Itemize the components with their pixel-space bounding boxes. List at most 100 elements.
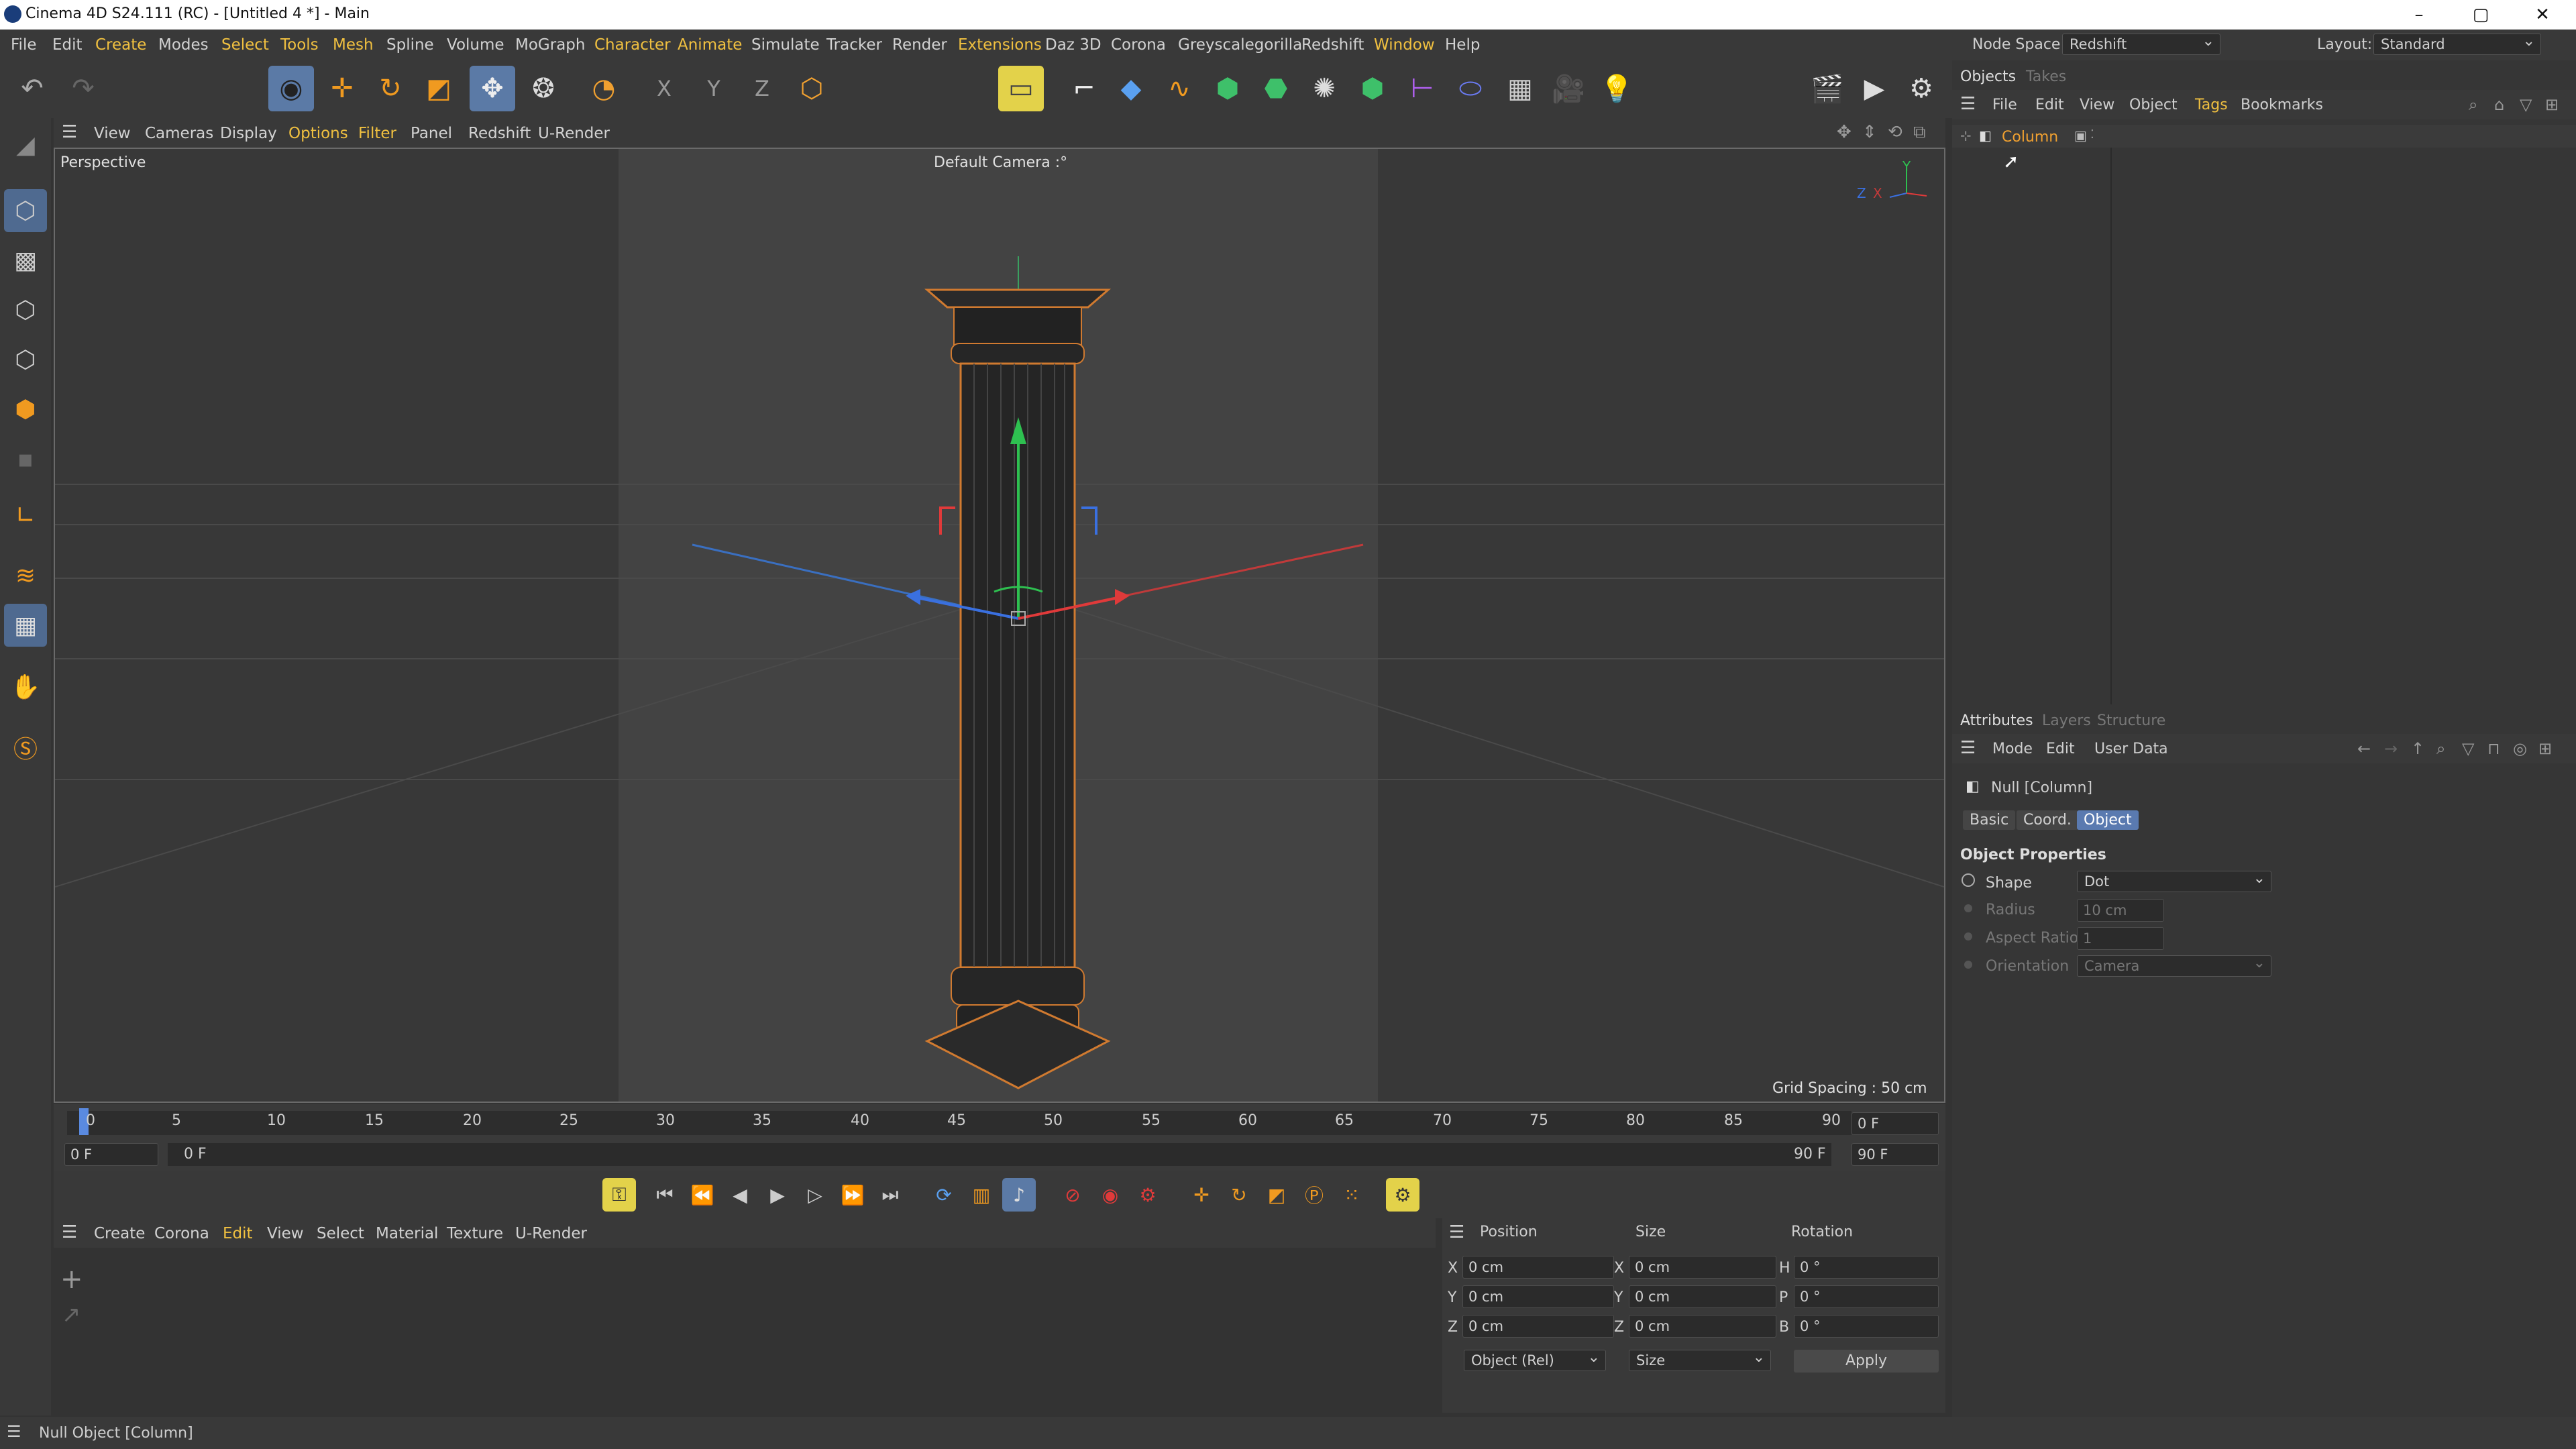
generators-icon[interactable]: ⬢ — [1205, 66, 1250, 111]
menu-select[interactable]: Select — [221, 36, 269, 54]
cloner-icon[interactable]: ✺ — [1301, 66, 1347, 111]
world-coordinates-icon[interactable]: ⬡ — [789, 66, 835, 111]
attributes-menu-mode[interactable]: Mode — [1992, 741, 2033, 757]
spline-pen-icon[interactable]: ⌐ — [1061, 66, 1107, 111]
edges-mode-icon[interactable]: ⬡ — [4, 338, 47, 381]
tweak-mode-icon[interactable]: ≋ — [4, 554, 47, 597]
viewport-menu-view[interactable]: View — [94, 125, 131, 142]
key-param-icon[interactable]: Ⓟ — [1297, 1178, 1331, 1212]
key-pla-icon[interactable]: ⁙ — [1335, 1178, 1368, 1212]
nodespace-select[interactable]: Redshift — [2062, 33, 2220, 55]
deformers-icon[interactable]: ⬣ — [1253, 66, 1299, 111]
go-to-end-icon[interactable]: ⏭ — [873, 1178, 907, 1212]
viewport-menu-cameras[interactable]: Cameras — [145, 125, 213, 142]
menu-file[interactable]: File — [11, 36, 37, 54]
menu-create[interactable]: Create — [95, 36, 146, 54]
subtab-object[interactable]: Object — [2077, 810, 2139, 830]
tab-objects[interactable]: Objects — [1960, 68, 2016, 85]
lock-z-icon[interactable]: Z — [739, 66, 785, 111]
material-menu-material[interactable]: Material — [376, 1225, 438, 1242]
size-z-field[interactable]: 0 cm — [1629, 1315, 1776, 1338]
lock-x-icon[interactable]: X — [641, 66, 687, 111]
viewport-menu-panel[interactable]: Panel — [411, 125, 452, 142]
uv-mode-icon[interactable]: ▪ — [4, 437, 47, 480]
active-camera-label[interactable]: Default Camera :° — [934, 154, 1067, 171]
material-menu-edit[interactable]: Edit — [223, 1225, 253, 1242]
polygons-mode-icon[interactable]: ⬢ — [4, 388, 47, 431]
menu-extensions[interactable]: Extensions — [958, 36, 1042, 54]
menu-help[interactable]: Help — [1445, 36, 1480, 54]
constraint-icon[interactable]: ⊢ — [1399, 66, 1445, 111]
record-keys-icon[interactable]: ⚿ — [602, 1178, 636, 1212]
objects-menu-file[interactable]: File — [1992, 97, 2017, 113]
current-frame-field[interactable]: 0 F — [1851, 1112, 1939, 1135]
magnet-icon[interactable]: ✋ — [4, 665, 47, 708]
points-mode-icon[interactable]: ⬡ — [4, 288, 47, 331]
light-icon[interactable]: 💡 — [1594, 66, 1640, 111]
viewport-move-icon[interactable]: ✥ — [1837, 122, 1851, 142]
material-area[interactable]: + ↗ — [54, 1248, 1436, 1414]
subtab-coord[interactable]: Coord. — [2017, 810, 2078, 830]
next-key-icon[interactable]: ⏩ — [836, 1178, 869, 1212]
menu-tools[interactable]: Tools — [280, 36, 319, 54]
rotation-p-field[interactable]: 0 ° — [1794, 1285, 1939, 1308]
rotation-b-field[interactable]: 0 ° — [1794, 1315, 1939, 1338]
maximize-button[interactable]: ▢ — [2450, 0, 2512, 30]
size-x-field[interactable]: 0 cm — [1629, 1256, 1776, 1279]
objects-hamburger-icon[interactable]: ☰ — [1960, 94, 1976, 114]
attributes-hamburger-icon[interactable]: ☰ — [1960, 738, 1976, 758]
viewport-maximize-icon[interactable]: ⧉ — [1913, 122, 1926, 143]
attributes-lock-icon[interactable]: ⊓ — [2487, 739, 2500, 758]
objects-filter-icon[interactable]: ▽ — [2520, 95, 2532, 114]
prev-frame-icon[interactable]: ◀ — [723, 1178, 757, 1212]
viewport-menu-urender[interactable]: U-Render — [538, 125, 610, 142]
viewport-rotate-icon[interactable]: ⟲ — [1888, 122, 1902, 142]
objects-menu-tags[interactable]: Tags — [2195, 97, 2228, 113]
menu-greyscalegorilla[interactable]: Greyscalegorilla — [1178, 36, 1302, 54]
objects-menu-edit[interactable]: Edit — [2035, 97, 2064, 113]
timeline-settings-icon[interactable]: ▥ — [965, 1178, 998, 1212]
play-icon[interactable]: ▶ — [761, 1178, 794, 1212]
size-mode-select[interactable]: Size — [1629, 1349, 1771, 1371]
preview-range-bar[interactable] — [168, 1143, 1831, 1166]
lock-y-icon[interactable]: Y — [691, 66, 737, 111]
viewport-menu-redshift[interactable]: Redshift — [468, 125, 531, 142]
tab-layers[interactable]: Layers — [2042, 712, 2091, 729]
material-menu-corona[interactable]: Corona — [154, 1225, 209, 1242]
attributes-menu-edit[interactable]: Edit — [2046, 741, 2075, 757]
subtab-basic[interactable]: Basic — [1963, 810, 2016, 830]
start-frame-field[interactable]: 0 F — [64, 1143, 158, 1166]
key-rotation-icon[interactable]: ↻ — [1222, 1178, 1256, 1212]
close-button[interactable]: ✕ — [2512, 0, 2573, 30]
menu-mesh[interactable]: Mesh — [333, 36, 374, 54]
sculpt-icon[interactable]: Ⓢ — [4, 726, 47, 769]
record-icon[interactable]: ◉ — [1093, 1178, 1127, 1212]
key-selection-icon[interactable]: ⚙ — [1131, 1178, 1165, 1212]
viewport-menu-display[interactable]: Display — [220, 125, 277, 142]
sound-icon[interactable]: ♪ — [1002, 1178, 1036, 1212]
object-name-column[interactable]: Column — [2002, 129, 2058, 146]
position-y-field[interactable]: 0 cm — [1462, 1285, 1614, 1308]
solo-view-icon[interactable]: ▭ — [998, 66, 1044, 111]
objects-search-icon[interactable]: ⌕ — [2469, 95, 2477, 114]
material-menu-create[interactable]: Create — [94, 1225, 145, 1242]
material-menu-view[interactable]: View — [267, 1225, 304, 1242]
transform-tool-icon[interactable]: ✥ — [470, 66, 515, 111]
menu-modes[interactable]: Modes — [158, 36, 209, 54]
menu-animate[interactable]: Animate — [678, 36, 742, 54]
shape-keyframe-icon[interactable] — [1962, 873, 1975, 887]
tab-takes[interactable]: Takes — [2026, 68, 2066, 85]
object-edit-toggle-icon[interactable]: ▣ — [2074, 127, 2087, 144]
viewport-menu-options[interactable]: Options — [288, 125, 348, 142]
material-menu-urender[interactable]: U-Render — [515, 1225, 587, 1242]
viewport-menu-filter[interactable]: Filter — [358, 125, 396, 142]
material-menu-texture[interactable]: Texture — [447, 1225, 503, 1242]
scale-tool-icon[interactable]: ◩ — [416, 66, 462, 111]
objects-new-window-icon[interactable]: ⊞ — [2545, 95, 2559, 114]
move-gizmo[interactable] — [906, 417, 1130, 626]
timeline[interactable]: 0 5 10 15 20 25 30 35 40 45 50 55 60 65 … — [54, 1104, 1945, 1171]
tab-structure[interactable]: Structure — [2097, 712, 2165, 729]
attributes-target-icon[interactable]: ◎ — [2513, 739, 2527, 758]
cube-primitive-icon[interactable]: ◆ — [1108, 66, 1154, 111]
menu-edit[interactable]: Edit — [52, 36, 83, 54]
